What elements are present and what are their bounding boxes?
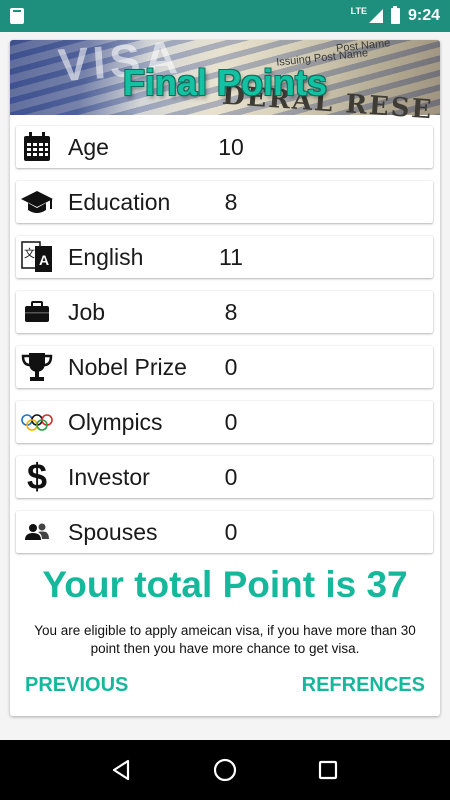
points-row-label: English [68,243,144,270]
graduation-cap-icon [20,185,54,219]
points-row-label: Investor [68,463,150,490]
points-row-value: 0 [224,463,238,490]
clock: 9:24 [407,7,440,24]
trophy-icon [20,350,54,384]
points-row-label: Age [68,133,109,160]
points-row-nobel-prize: Nobel Prize 0 [16,346,433,388]
points-row-value: 10 [218,133,244,160]
points-row-label: Nobel Prize [68,353,187,380]
home-icon[interactable] [205,750,245,790]
points-row-value: 0 [224,408,238,435]
eligibility-note: You are eligible to apply ameican visa, … [34,623,416,656]
points-row-label: Spouses [68,518,158,545]
briefcase-icon [20,295,54,329]
total-points-text: Your total Point is 37 [42,564,408,605]
points-row-job: Job 8 [16,291,433,333]
dollar-icon: $ [26,456,48,497]
points-row-english: A 文 English 11 [16,236,433,278]
points-row-education: Education 8 [16,181,433,223]
points-row-olympics: Olympics 0 [16,401,433,443]
translate-icon: A 文 [20,240,54,274]
points-row-value: 11 [219,243,243,270]
page-title: Final Points [122,62,327,103]
previous-button[interactable]: PREVIOUS [25,674,128,697]
points-row-value: 0 [224,353,238,380]
olympic-rings-icon [20,405,54,439]
status-bar: LTE 9:24 [0,0,450,32]
points-row-age: Age 10 [16,126,433,168]
people-icon [20,515,54,549]
points-row-value: 0 [224,518,238,545]
points-row-spouses: Spouses 0 [16,511,433,553]
points-row-label: Education [68,188,171,215]
points-row-value: 8 [224,298,238,325]
svg-text:A: A [39,252,49,268]
battery-icon [390,6,400,24]
points-card: VISA Post Name Issuing Post Name DERAL R… [10,40,440,716]
sd-card-icon [10,8,24,24]
recents-icon[interactable] [308,750,348,790]
back-icon[interactable] [102,750,142,790]
calendar-icon [20,130,54,164]
points-row-label: Job [68,298,106,325]
points-row-value: 8 [224,188,238,215]
navigation-bar [0,740,450,800]
signal-icon [368,9,383,23]
references-button[interactable]: REFRENCES [302,674,425,697]
points-row-investor: $ Investor 0 [16,456,433,498]
svg-text:文: 文 [24,246,35,260]
points-row-label: Olympics [68,408,163,435]
network-type: LTE [350,6,367,16]
